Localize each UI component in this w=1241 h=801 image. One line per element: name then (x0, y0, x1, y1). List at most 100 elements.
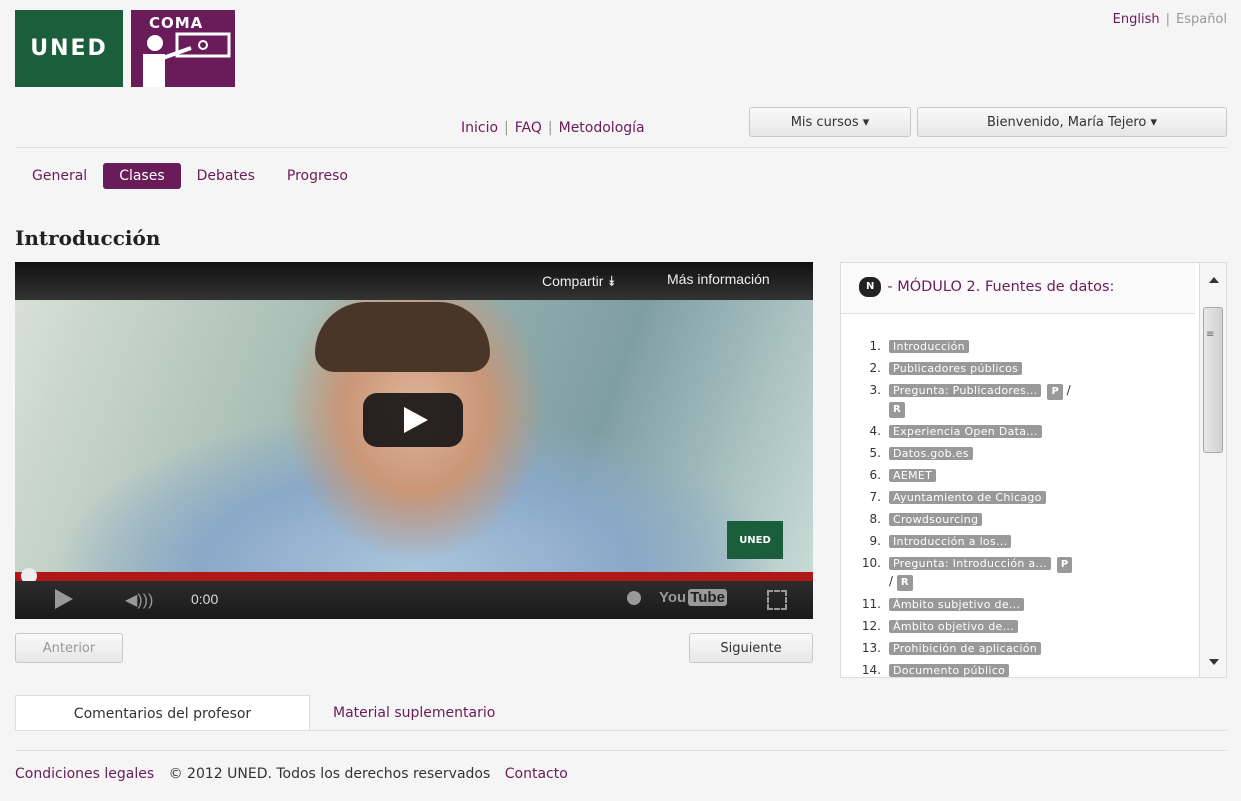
header-divider (15, 147, 1227, 148)
tab-general[interactable]: General (16, 163, 103, 189)
uned-logo[interactable]: UNED (15, 10, 123, 87)
share-button[interactable]: Compartir ⯯ (542, 273, 616, 290)
lesson-link[interactable]: Introducción (889, 340, 969, 353)
lesson-link[interactable]: Crowdsourcing (889, 513, 983, 526)
fullscreen-icon[interactable] (767, 590, 787, 610)
lang-english-link[interactable]: English (1113, 12, 1160, 27)
lesson-link[interactable]: Datos.gob.es (889, 447, 973, 460)
list-item: 6. AEMET (841, 467, 1181, 484)
prev-button[interactable]: Anterior (15, 633, 123, 663)
lesson-link[interactable]: Pregunta: Publicadores... (889, 384, 1042, 397)
list-item: 10. Pregunta: Introducción a... P / R (841, 555, 1181, 591)
tab-progreso[interactable]: Progreso (271, 163, 364, 189)
item-number: 5. (869, 446, 881, 460)
lang-espanol-link[interactable]: Español (1176, 12, 1227, 27)
list-item: 4. Experiencia Open Data... (841, 423, 1181, 440)
slash: / (889, 574, 894, 588)
question-link[interactable]: P (1047, 384, 1063, 400)
uned-watermark: UNED (727, 521, 783, 559)
item-number: 1. (869, 339, 881, 353)
item-number: 4. (869, 424, 881, 438)
user-menu-dropdown[interactable]: Bienvenido, María Tejero ▾ (917, 107, 1227, 137)
watch-later-icon[interactable] (627, 591, 641, 605)
nav-metodologia-link[interactable]: Metodología (559, 120, 645, 136)
answer-link[interactable]: R (889, 402, 905, 418)
item-number: 2. (869, 361, 881, 375)
list-item: 5. Datos.gob.es (841, 445, 1181, 462)
play-overlay-button[interactable] (363, 393, 463, 447)
more-info-button[interactable]: Más información (667, 271, 770, 287)
youtube-logo-text: You (659, 589, 687, 606)
lesson-link[interactable]: Documento público (889, 664, 1010, 677)
list-item: 12. Ámbito objetivo de... (841, 618, 1181, 635)
video-player[interactable]: Compartir ⯯ Más información UNED ◀))) 0:… (15, 262, 813, 619)
contact-link[interactable]: Contacto (505, 766, 568, 782)
item-number: 13. (861, 641, 881, 655)
lesson-link[interactable]: Introducción a los... (889, 535, 1012, 548)
scroll-up-icon[interactable] (1209, 277, 1219, 283)
module-title[interactable]: - MÓDULO 2. Fuentes de datos: (887, 279, 1114, 295)
list-item: 3. Pregunta: Publicadores... P / R (841, 382, 1181, 418)
item-number: 7. (869, 490, 881, 504)
list-item: 13. Prohibición de aplicación (841, 640, 1181, 657)
module-header: N - MÓDULO 2. Fuentes de datos: (841, 263, 1195, 314)
tab-clases[interactable]: Clases (103, 163, 181, 189)
lesson-link[interactable]: Experiencia Open Data... (889, 425, 1042, 438)
video-frame-person (315, 302, 490, 372)
youtube-logo[interactable]: You Tube (659, 589, 727, 606)
tab-material[interactable]: Material suplementario (333, 705, 495, 721)
lesson-link[interactable]: AEMET (889, 469, 937, 482)
language-switcher: English | Español (1113, 12, 1227, 27)
item-number: 3. (869, 383, 881, 397)
course-tabs: General Clases Debates Progreso (16, 163, 364, 189)
lesson-link[interactable]: Ámbito objetivo de... (889, 620, 1018, 633)
grip-icon: ≡ (1206, 329, 1215, 340)
lesson-link[interactable]: Ayuntamiento de Chicago (889, 491, 1046, 504)
item-number: 9. (869, 534, 881, 548)
youtube-logo-tube: Tube (688, 589, 727, 606)
module-panel: N - MÓDULO 2. Fuentes de datos: 1. Introdu… (840, 262, 1227, 678)
list-item: 1. Introducción (841, 338, 1181, 355)
page-title: Introducción (15, 226, 161, 250)
teacher-icon (143, 32, 231, 87)
mis-cursos-dropdown[interactable]: Mis cursos ▾ (749, 107, 911, 137)
slash: / (1066, 383, 1071, 397)
nav-separator: | (547, 120, 553, 136)
new-badge: N (859, 277, 882, 297)
coma-logo[interactable]: COMA (131, 10, 235, 87)
nav-inicio-link[interactable]: Inicio (461, 120, 498, 136)
lesson-link[interactable]: Ámbito subjetivo de... (889, 598, 1025, 611)
lang-separator: | (1165, 12, 1170, 27)
answer-link[interactable]: R (896, 575, 913, 591)
play-icon (403, 407, 428, 433)
tabs-divider (15, 730, 1227, 731)
list-item: 7. Ayuntamiento de Chicago (841, 489, 1181, 506)
lesson-list: 1. Introducción 2. Publicadores públicos 3… (841, 338, 1181, 677)
lesson-link[interactable]: Prohibición de aplicación (889, 642, 1041, 655)
scroll-down-icon[interactable] (1209, 659, 1219, 665)
legal-link[interactable]: Condiciones legales (15, 766, 154, 782)
tab-comentarios[interactable]: Comentarios del profesor (15, 695, 310, 731)
question-link[interactable]: P (1056, 557, 1073, 573)
nav-separator: | (504, 120, 509, 136)
nav-faq-link[interactable]: FAQ (515, 120, 542, 136)
lesson-link[interactable]: Pregunta: Introducción a... (889, 557, 1051, 570)
lesson-link[interactable]: Publicadores públicos (889, 362, 1023, 375)
play-icon[interactable] (55, 589, 73, 609)
volume-icon[interactable]: ◀))) (125, 590, 153, 610)
video-top-bar: Compartir ⯯ Más información (15, 262, 813, 300)
item-number: 8. (869, 512, 881, 526)
video-progress-bar[interactable] (15, 572, 813, 581)
list-item: 11. Ámbito subjetivo de... (841, 596, 1181, 613)
list-item: 2. Publicadores públicos (841, 360, 1181, 377)
item-number: 14. (861, 663, 881, 677)
top-nav: Inicio | FAQ | Metodología (461, 120, 645, 136)
item-number: 10. (861, 556, 881, 570)
item-number: 11. (861, 597, 881, 611)
list-item: 14. Documento público (841, 662, 1181, 677)
footer-divider (15, 750, 1227, 751)
tab-debates[interactable]: Debates (181, 163, 271, 189)
list-item: 8. Crowdsourcing (841, 511, 1181, 528)
module-scrollbar[interactable]: ≡ (1199, 263, 1226, 677)
next-button[interactable]: Siguiente (689, 633, 813, 663)
